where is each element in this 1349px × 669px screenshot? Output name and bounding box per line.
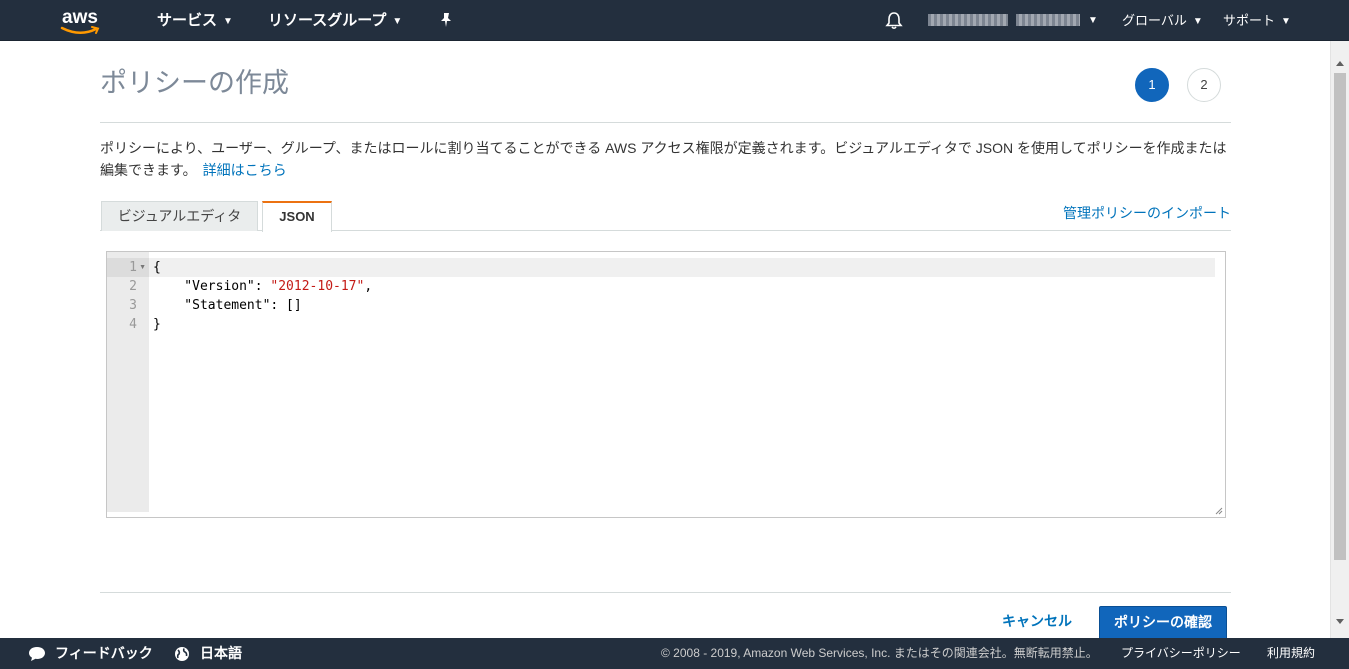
editor-tabs: ビジュアルエディタ JSON 管理ポリシーのインポート	[100, 200, 1231, 232]
code-line: "Statement": []	[153, 298, 302, 313]
language-selector[interactable]: 日本語	[200, 638, 242, 669]
privacy-policy-link[interactable]: プライバシーポリシー	[1121, 638, 1241, 669]
main-content: ポリシーの作成 1 2 ポリシーにより、ユーザー、グループ、またはロールに割り当…	[0, 41, 1330, 638]
resource-groups-menu[interactable]: リソースグループ ▼	[268, 0, 402, 41]
copyright-text: © 2008 - 2019, Amazon Web Services, Inc.…	[661, 646, 1098, 660]
wizard-step-1: 1	[1135, 68, 1169, 102]
divider	[100, 592, 1231, 593]
page-title: ポリシーの作成	[100, 68, 289, 98]
pin-icon[interactable]	[439, 12, 453, 28]
resource-groups-label: リソースグループ	[268, 12, 387, 29]
vertical-scrollbar[interactable]	[1330, 41, 1349, 638]
chevron-down-icon: ▼	[1192, 16, 1203, 28]
page-description: ポリシーにより、ユーザー、グループ、またはロールに割り当てることができる AWS…	[100, 137, 1231, 181]
json-string-value: "2012-10-17"	[270, 279, 365, 294]
top-navigation-bar: aws サービス ▼ リソースグループ ▼ ▼ グローバル ▼ サポート ▼	[0, 0, 1349, 41]
wizard-step-2[interactable]: 2	[1187, 68, 1221, 102]
scroll-down-arrow-icon[interactable]	[1336, 619, 1344, 624]
terms-of-use-link[interactable]: 利用規約	[1267, 638, 1315, 669]
chevron-down-icon: ▼	[1281, 16, 1291, 28]
scrollbar-thumb[interactable]	[1334, 73, 1346, 560]
tab-json[interactable]: JSON	[262, 201, 332, 232]
line-number: 2	[129, 279, 137, 294]
json-editor[interactable]: 1 ▼ 2 3 4 { "Version": "2012-10-17", "St…	[106, 251, 1226, 518]
import-managed-policy-link[interactable]: 管理ポリシーのインポート	[1063, 203, 1231, 223]
code-line: {	[153, 260, 161, 275]
aws-logo[interactable]: aws	[60, 6, 104, 36]
code-line: "Version": "2012-10-17",	[153, 279, 373, 294]
learn-more-link[interactable]: 詳細はこちら	[203, 162, 287, 178]
speech-bubble-icon	[29, 647, 45, 661]
chevron-down-icon: ▼	[392, 15, 403, 27]
aws-smile-icon	[60, 26, 100, 34]
line-number: 3	[129, 298, 137, 313]
fold-arrow-icon[interactable]: ▼	[139, 264, 146, 271]
bell-icon[interactable]	[885, 11, 903, 30]
globe-icon	[175, 647, 189, 661]
tab-visual-editor[interactable]: ビジュアルエディタ	[101, 201, 258, 231]
active-line-highlight	[149, 258, 1215, 277]
region-label: グローバル	[1122, 13, 1187, 28]
services-menu[interactable]: サービス ▼	[157, 0, 233, 41]
scroll-up-arrow-icon[interactable]	[1336, 61, 1344, 66]
chevron-down-icon[interactable]: ▼	[1088, 0, 1098, 41]
code-line: }	[153, 317, 161, 332]
footer-bar: フィードバック 日本語 © 2008 - 2019, Amazon Web Se…	[0, 638, 1349, 669]
region-menu[interactable]: グローバル ▼	[1122, 0, 1203, 41]
services-label: サービス	[157, 12, 218, 29]
line-number-gutter: 1 ▼ 2 3 4	[107, 252, 149, 512]
resize-handle-icon[interactable]	[1215, 507, 1223, 515]
line-number: 4	[129, 317, 137, 332]
cancel-button[interactable]: キャンセル	[1002, 611, 1072, 631]
feedback-link[interactable]: フィードバック	[55, 638, 153, 669]
chevron-down-icon: ▼	[223, 15, 233, 27]
support-menu[interactable]: サポート ▼	[1223, 0, 1291, 41]
support-label: サポート	[1223, 13, 1276, 28]
divider	[100, 122, 1231, 123]
review-policy-button[interactable]: ポリシーの確認	[1099, 606, 1227, 638]
account-menu[interactable]	[928, 14, 1080, 26]
